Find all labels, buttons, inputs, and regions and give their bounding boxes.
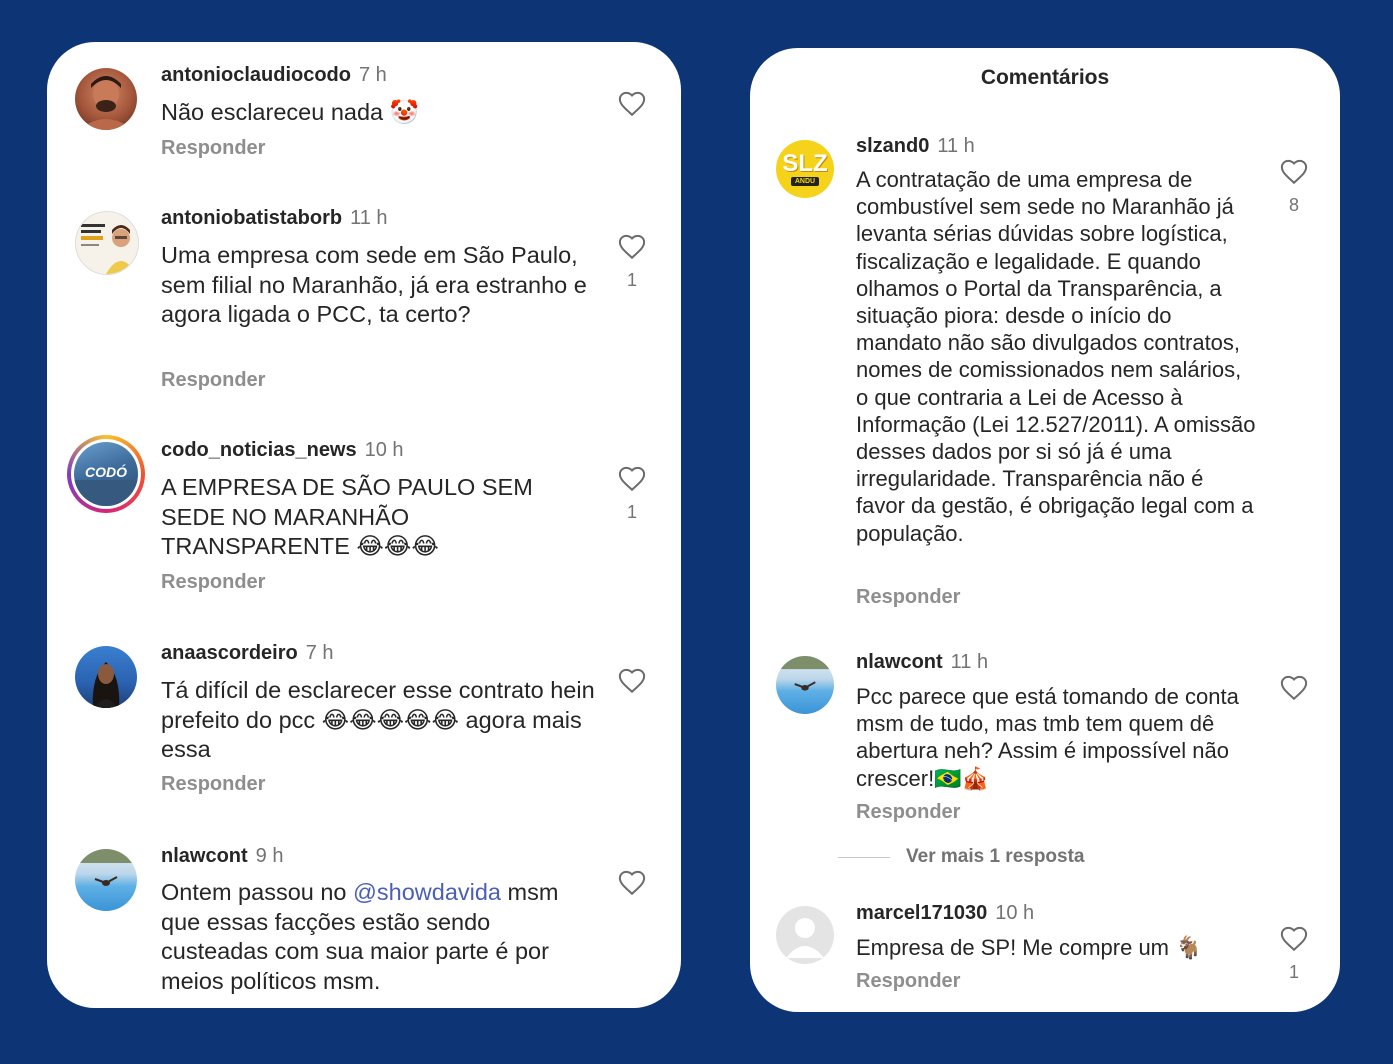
avatar[interactable]: SLZ ANDU [776, 140, 834, 198]
heart-icon [617, 89, 647, 119]
like-button[interactable]: 1 [615, 464, 649, 523]
reply-button[interactable]: Responder [856, 586, 960, 609]
reply-button[interactable]: Responder [856, 801, 960, 824]
like-button[interactable] [615, 868, 649, 898]
comments-panel-right: Comentários SLZ ANDU slzand0 11 h A contr… [750, 48, 1340, 1012]
avatar[interactable] [776, 906, 834, 964]
heart-icon [617, 666, 647, 696]
timestamp: 7 h [359, 64, 387, 86]
reply-button[interactable]: Responder [856, 970, 960, 993]
comment-text: Uma empresa com sede em São Paulo, sem f… [161, 242, 587, 327]
avatar[interactable]: CODÓ [67, 435, 145, 513]
avatar[interactable] [776, 656, 834, 714]
view-more-replies-button[interactable]: Ver mais 1 resposta [906, 846, 1085, 868]
like-button[interactable]: 8 [1277, 157, 1311, 216]
timestamp: 10 h [995, 902, 1035, 924]
comment-text: Ontem passou no @showdavida msm que essa… [161, 879, 559, 994]
like-button[interactable] [615, 89, 649, 119]
username[interactable]: anaascordeiro 7 h [161, 642, 334, 665]
timestamp: 9 h [255, 845, 284, 867]
reply-button[interactable]: Responder [161, 137, 265, 160]
reply-button[interactable]: Responder [161, 369, 265, 392]
heart-icon [617, 232, 647, 262]
timestamp: 11 h [950, 651, 989, 673]
like-button[interactable]: 1 [1277, 924, 1311, 983]
heart-icon [1279, 924, 1309, 954]
avatar[interactable] [75, 211, 139, 275]
username[interactable]: antoniobatistaborb 11 h [161, 207, 388, 230]
like-count: 1 [1288, 962, 1299, 982]
timestamp: 10 h [364, 439, 404, 461]
username[interactable]: codo_noticias_news 10 h [161, 439, 404, 462]
comment-text: A contratação de uma empresa de combustí… [856, 167, 1256, 546]
username[interactable]: nlawcont 11 h [856, 651, 988, 674]
comments-panel-left: antonioclaudiocodo 7 h Não esclareceu nad… [47, 42, 681, 1008]
avatar[interactable] [75, 849, 137, 911]
like-button[interactable] [615, 666, 649, 696]
comment-text: A EMPRESA DE SÃO PAULO SEM SEDE NO MARAN… [161, 474, 533, 559]
avatar-sublabel: ANDU [791, 177, 819, 186]
username[interactable]: marcel171030 10 h [856, 902, 1034, 925]
like-button[interactable]: 1 [615, 232, 649, 291]
username[interactable]: antonioclaudiocodo 7 h [161, 64, 387, 87]
comment-text: Pcc parece que está tomando de conta msm… [856, 684, 1239, 791]
avatar-label: CODÓ [85, 464, 127, 480]
heart-icon [1279, 157, 1309, 187]
timestamp: 11 h [937, 135, 975, 157]
comment-text: Empresa de SP! Me compre um 🐐 [856, 935, 1203, 960]
heart-icon [617, 868, 647, 898]
reply-button[interactable]: Responder [161, 773, 265, 796]
mention-link[interactable]: @showdavida [353, 879, 501, 905]
avatar[interactable] [75, 68, 137, 130]
reply-button[interactable]: Responder [161, 571, 265, 594]
heart-icon [617, 464, 647, 494]
like-count: 1 [626, 502, 637, 522]
like-count: 1 [626, 270, 637, 290]
avatar-label: SLZ [782, 150, 828, 177]
username[interactable]: nlawcont 9 h [161, 845, 283, 868]
divider [838, 857, 890, 858]
comment-text: Não esclareceu nada 🤡 [161, 99, 419, 125]
avatar[interactable] [75, 646, 137, 708]
comment-text: Tá difícil de esclarecer esse contrato h… [161, 677, 595, 762]
panel-title: Comentários [980, 66, 1110, 89]
heart-icon [1279, 673, 1309, 703]
timestamp: 11 h [350, 207, 388, 229]
like-count: 8 [1288, 195, 1299, 215]
like-button[interactable] [1277, 673, 1311, 703]
username[interactable]: slzand0 11 h [856, 135, 975, 158]
timestamp: 7 h [305, 642, 334, 664]
